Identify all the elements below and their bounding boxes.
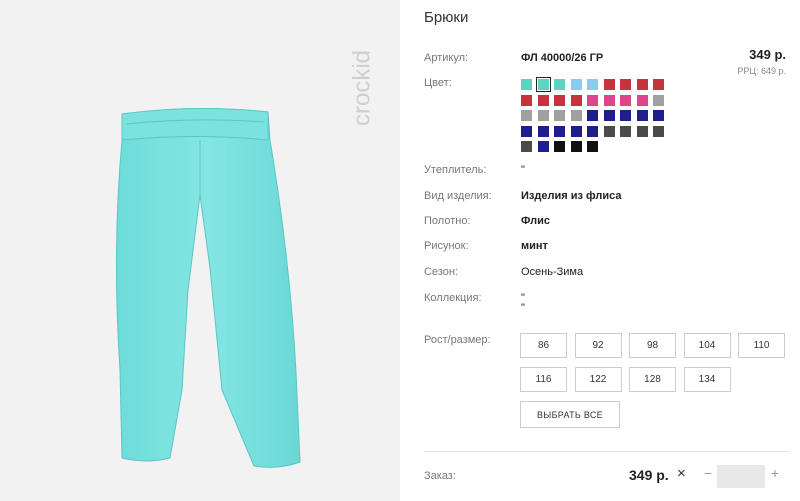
color-swatch[interactable]: [636, 110, 648, 121]
select-all-button[interactable]: ВЫБРАТЬ ВСЕ: [520, 401, 620, 428]
color-swatch[interactable]: [587, 79, 598, 90]
sizes-label: Рост/размер:: [424, 334, 491, 346]
color-swatch[interactable]: [537, 125, 549, 137]
order-label: Заказ:: [424, 470, 456, 482]
color-swatch[interactable]: [570, 141, 582, 152]
color-swatch[interactable]: [603, 125, 615, 137]
attribute-label: Утеплитель:: [424, 164, 487, 176]
color-swatch[interactable]: [620, 125, 631, 137]
color-swatch[interactable]: [636, 79, 648, 90]
color-swatch[interactable]: [653, 125, 664, 137]
attribute-value: Осень-Зима: [521, 266, 584, 278]
attribute-value: Флис: [521, 215, 550, 227]
product-price: 349 р.: [749, 47, 786, 62]
attribute-label: Коллекция:: [424, 292, 482, 304]
color-label: Цвет:: [424, 77, 452, 89]
size-option[interactable]: 134: [683, 367, 731, 392]
color-swatch[interactable]: [587, 110, 598, 121]
attribute-label: Полотно:: [424, 215, 471, 227]
size-option[interactable]: 86: [520, 333, 567, 358]
article-value: ФЛ 40000/26 ГР: [521, 52, 604, 64]
color-swatch[interactable]: [521, 79, 532, 90]
color-swatch[interactable]: [554, 125, 565, 137]
attribute-value-extra: ": [521, 302, 525, 314]
color-swatch[interactable]: [653, 94, 664, 106]
product-title: Брюки: [424, 9, 469, 26]
increment-button[interactable]: +: [768, 465, 782, 481]
color-swatch[interactable]: [587, 94, 598, 106]
rrc-price: РРЦ: 649 р.: [737, 66, 786, 76]
attribute-value: ": [521, 164, 525, 176]
color-swatch[interactable]: [587, 141, 598, 152]
color-swatch[interactable]: [554, 79, 565, 90]
color-swatch[interactable]: [570, 125, 582, 137]
pants-image: [115, 107, 301, 468]
product-photo: crockid: [0, 0, 400, 501]
color-swatch[interactable]: [620, 110, 631, 121]
color-swatch[interactable]: [554, 141, 565, 152]
color-swatch[interactable]: [570, 94, 582, 106]
brand-logo: crockid: [350, 50, 375, 126]
color-swatch[interactable]: [587, 125, 598, 137]
divider: [424, 451, 790, 452]
color-swatch[interactable]: [537, 110, 549, 121]
color-swatch[interactable]: [636, 125, 648, 137]
attribute-label: Рисунок:: [424, 240, 469, 252]
attribute-label: Вид изделия:: [424, 190, 492, 202]
multiply-icon: ×: [677, 465, 686, 482]
size-option[interactable]: 104: [683, 333, 731, 358]
svg-text:crockid: crockid: [350, 50, 375, 126]
color-swatch[interactable]: [603, 79, 615, 90]
size-option[interactable]: 128: [629, 367, 676, 392]
color-swatch[interactable]: [554, 94, 565, 106]
color-swatch[interactable]: [570, 110, 582, 121]
color-swatch[interactable]: [554, 110, 565, 121]
color-swatch[interactable]: [521, 141, 532, 152]
color-swatch[interactable]: [620, 94, 631, 106]
size-option[interactable]: 116: [520, 367, 567, 392]
color-swatch[interactable]: [620, 79, 631, 90]
order-price: 349 р.: [629, 467, 669, 483]
size-option[interactable]: 122: [574, 367, 622, 392]
color-swatch[interactable]: [636, 94, 648, 106]
color-swatch[interactable]: [521, 125, 532, 137]
decrement-button[interactable]: −: [701, 465, 715, 481]
attribute-value: Изделия из флиса: [521, 190, 622, 202]
size-option[interactable]: 98: [629, 333, 676, 358]
attribute-label: Сезон:: [424, 266, 458, 278]
quantity-input[interactable]: [717, 465, 765, 488]
color-swatch[interactable]: [535, 77, 551, 92]
size-option[interactable]: 110: [738, 333, 785, 358]
color-swatch[interactable]: [537, 94, 549, 106]
color-swatch[interactable]: [537, 141, 549, 152]
color-swatch[interactable]: [603, 110, 615, 121]
attribute-value: минт: [521, 240, 548, 252]
color-swatch[interactable]: [521, 94, 532, 106]
color-swatch[interactable]: [653, 79, 664, 90]
color-swatch[interactable]: [521, 110, 532, 121]
color-swatch[interactable]: [653, 110, 664, 121]
product-panel: Брюки Артикул: ФЛ 40000/26 ГР 349 р. РРЦ…: [424, 0, 790, 501]
color-swatch[interactable]: [570, 79, 582, 90]
size-option[interactable]: 92: [574, 333, 622, 358]
article-label: Артикул:: [424, 52, 469, 64]
color-swatch[interactable]: [603, 94, 615, 106]
